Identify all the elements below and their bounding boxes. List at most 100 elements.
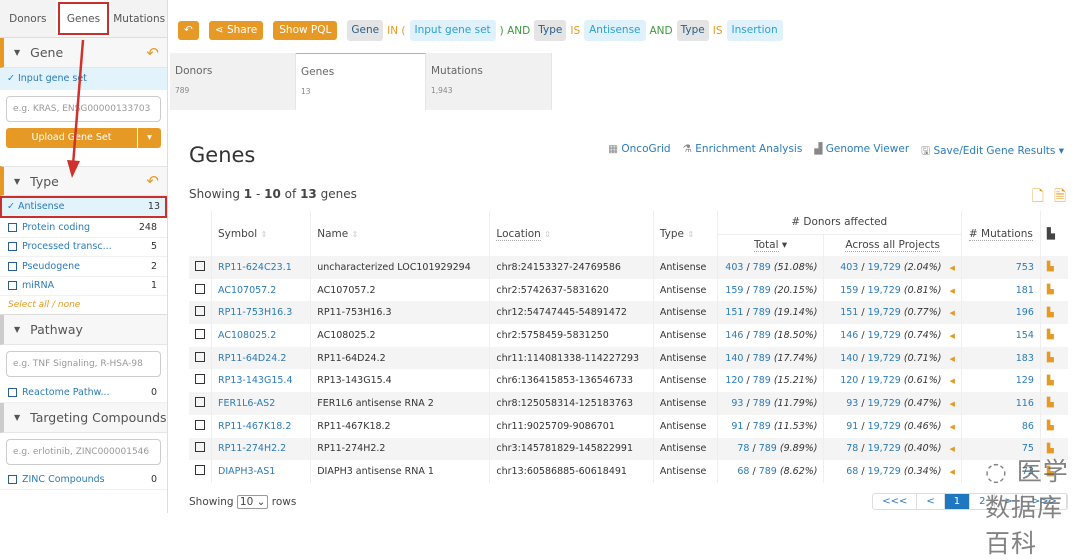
expand-caret-icon[interactable]: ◀ (949, 332, 954, 340)
mutation-chart-icon[interactable]: ▙ (1039, 346, 1068, 370)
facet-compounds-header[interactable]: ▼ Targeting Compounds (0, 402, 167, 433)
checkbox[interactable] (8, 387, 17, 397)
mutation-count-link[interactable]: 183 (960, 346, 1041, 370)
header-mutations[interactable]: # Mutations (960, 211, 1041, 256)
reset-icon[interactable]: ↶ (146, 44, 159, 62)
row-checkbox[interactable] (195, 465, 205, 476)
donor-total-link[interactable]: 789 (753, 262, 771, 273)
donor-total-link[interactable]: 19,729 (868, 375, 901, 386)
row-checkbox[interactable] (195, 374, 205, 385)
donor-count-link[interactable]: 120 (840, 375, 858, 386)
header-location[interactable]: Location ⇕ (489, 211, 654, 256)
gene-symbol-link[interactable]: RP11-467K18.2 (210, 414, 311, 438)
donor-total-link[interactable]: 19,729 (868, 398, 901, 409)
term-item[interactable]: miRNA 1 (0, 277, 167, 296)
expand-caret-icon[interactable]: ◀ (949, 287, 954, 295)
row-checkbox[interactable] (195, 283, 205, 294)
row-checkbox[interactable] (195, 442, 205, 453)
expand-caret-icon[interactable]: ◀ (949, 423, 954, 431)
save-gene-results-link[interactable]: 🖫 Save/Edit Gene Results ▾ (921, 143, 1064, 161)
page-size-select[interactable]: 10 ⌄ (236, 495, 269, 509)
mutation-count-link[interactable]: 154 (960, 324, 1041, 347)
select-all-none-link[interactable]: Select all / none (0, 296, 167, 315)
checkbox[interactable] (8, 281, 17, 291)
show-pql-button[interactable]: Show PQL (273, 21, 338, 40)
donor-total-link[interactable]: 789 (753, 285, 771, 296)
donor-total-link[interactable]: 789 (753, 421, 771, 432)
header-type[interactable]: Type ⇕ (652, 211, 718, 256)
gene-symbol-link[interactable]: RP11-753H16.3 (210, 301, 311, 325)
reset-icon[interactable]: ↶ (146, 172, 159, 190)
sidebar-tab-donors[interactable]: Donors (0, 0, 56, 37)
mutation-count-link[interactable]: 116 (960, 392, 1041, 415)
term-reactome[interactable]: Reactome Pathw... 0 (0, 383, 167, 403)
row-checkbox[interactable] (195, 306, 205, 317)
dropdown-caret-icon[interactable]: ▾ (137, 128, 161, 148)
enrichment-analysis-link[interactable]: ⚗ Enrichment Analysis (683, 143, 803, 161)
donor-count-link[interactable]: 78 (846, 443, 858, 454)
donor-count-link[interactable]: 159 (725, 285, 743, 296)
checkbox[interactable] (8, 475, 17, 485)
donor-count-link[interactable]: 68 (737, 466, 749, 477)
share-button[interactable]: ⋖ Share (208, 21, 264, 40)
row-checkbox[interactable] (195, 328, 205, 339)
mutation-count-link[interactable]: 86 (960, 414, 1041, 438)
mutation-chart-icon[interactable]: ▙ (1039, 324, 1068, 347)
checkbox[interactable] (8, 222, 17, 232)
gene-search-input[interactable]: e.g. KRAS, ENSG00000133703 (6, 96, 161, 122)
sidebar-tab-mutations[interactable]: Mutations (111, 0, 167, 37)
oncogrid-link[interactable]: ▦ OncoGrid (608, 143, 670, 161)
donor-count-link[interactable]: 146 (840, 330, 858, 341)
donor-count-link[interactable]: 159 (840, 285, 858, 296)
page-button[interactable]: < (917, 494, 945, 509)
mutation-count-link[interactable]: 129 (960, 369, 1041, 393)
header-total[interactable]: Total ▾ (716, 234, 824, 256)
donor-total-link[interactable]: 19,729 (868, 330, 901, 341)
donor-count-link[interactable]: 78 (737, 443, 749, 454)
mutation-chart-icon[interactable]: ▙ (1039, 392, 1068, 415)
pql-value[interactable]: Antisense (584, 20, 646, 41)
mutation-count-link[interactable]: 181 (960, 278, 1041, 302)
expand-caret-icon[interactable]: ◀ (949, 309, 954, 317)
export-json-icon[interactable]: 🗎 (1054, 186, 1066, 211)
donor-count-link[interactable]: 68 (846, 466, 858, 477)
gene-symbol-link[interactable]: RP11-64D24.2 (210, 346, 311, 370)
donor-count-link[interactable]: 93 (731, 398, 743, 409)
expand-caret-icon[interactable]: ◀ (949, 445, 954, 453)
sidebar-tab-genes[interactable]: Genes (55, 0, 112, 37)
donor-total-link[interactable]: 19,729 (868, 466, 901, 477)
mutation-chart-icon[interactable]: ▙ (1039, 369, 1068, 393)
row-checkbox[interactable] (195, 419, 205, 430)
tab-donors[interactable]: Donors 789 (170, 53, 296, 110)
mutation-chart-icon[interactable]: ▙ (1039, 278, 1068, 302)
donor-total-link[interactable]: 19,729 (868, 262, 901, 273)
term-item[interactable]: Pseudogene 2 (0, 257, 167, 277)
expand-caret-icon[interactable]: ◀ (949, 264, 954, 272)
tab-mutations[interactable]: Mutations 1,943 (426, 53, 552, 110)
donor-total-link[interactable]: 789 (753, 330, 771, 341)
donor-total-link[interactable]: 789 (759, 443, 777, 454)
expand-caret-icon[interactable]: ◀ (949, 355, 954, 363)
row-checkbox[interactable] (195, 351, 205, 362)
donor-total-link[interactable]: 789 (753, 398, 771, 409)
donor-total-link[interactable]: 19,729 (868, 285, 901, 296)
gene-symbol-link[interactable]: AC107057.2 (210, 278, 311, 302)
facet-gene-header[interactable]: ▼ Gene ↶ (0, 38, 167, 68)
donor-total-link[interactable]: 789 (753, 375, 771, 386)
upload-gene-set-button[interactable]: Upload Gene Set ▾ (6, 128, 161, 148)
facet-pathway-header[interactable]: ▼ Pathway (0, 315, 167, 345)
term-item[interactable]: Processed transc... 5 (0, 238, 167, 257)
donor-total-link[interactable]: 789 (753, 353, 771, 364)
donor-count-link[interactable]: 403 (725, 262, 743, 273)
pql-value[interactable]: Input gene set (409, 20, 496, 41)
selected-term[interactable]: ✓ Input gene set (0, 68, 167, 90)
mutation-chart-icon[interactable]: ▙ (1039, 256, 1068, 279)
pql-field[interactable]: Gene (347, 20, 384, 41)
donor-total-link[interactable]: 19,729 (868, 421, 901, 432)
donor-total-link[interactable]: 19,729 (868, 307, 901, 318)
term-zinc[interactable]: ZINC Compounds 0 (0, 471, 167, 490)
mutation-chart-icon[interactable]: ▙ (1039, 301, 1068, 325)
gene-symbol-link[interactable]: RP13-143G15.4 (210, 369, 311, 393)
donor-count-link[interactable]: 151 (725, 307, 743, 318)
mutation-count-link[interactable]: 196 (960, 301, 1041, 325)
